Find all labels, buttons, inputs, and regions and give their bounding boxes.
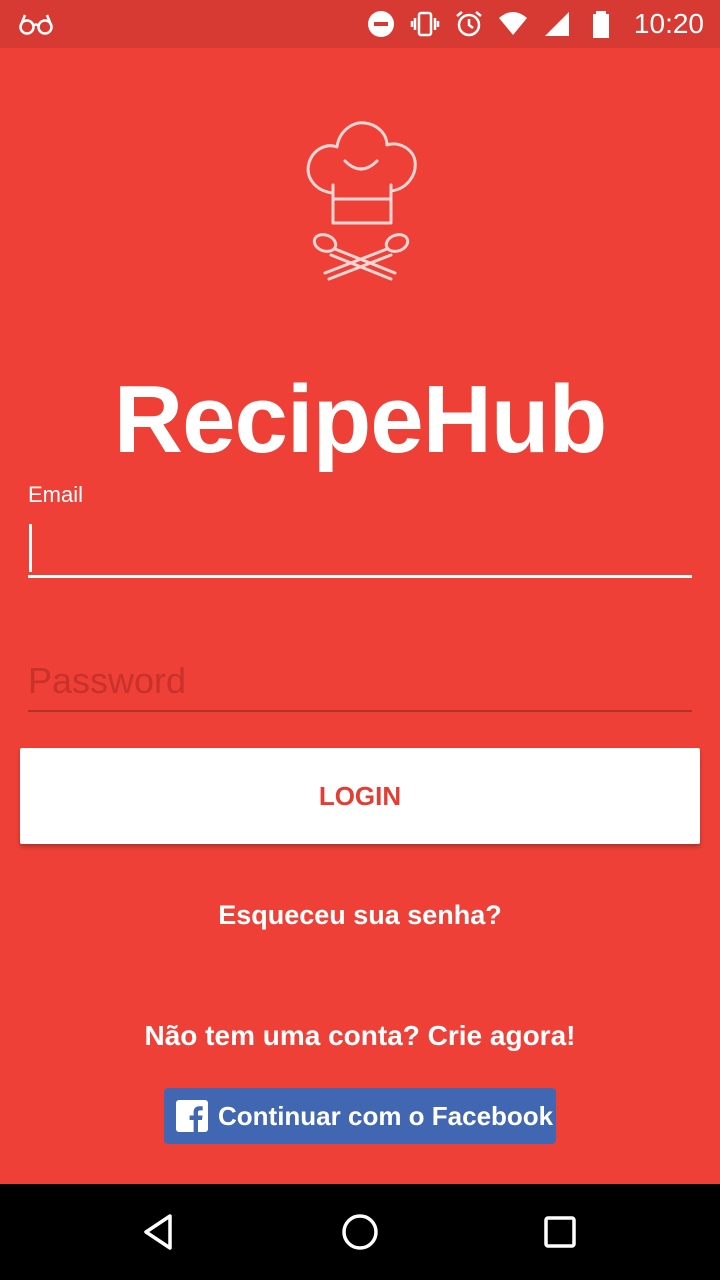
home-icon[interactable]	[336, 1208, 384, 1256]
app-title: RecipeHub	[113, 366, 607, 473]
vibrate-icon	[410, 11, 440, 37]
email-label: Email	[28, 482, 84, 507]
alarm-icon	[456, 11, 482, 37]
status-icons: 10:20	[366, 0, 704, 48]
signal-icon	[544, 12, 569, 36]
login-screen: 10:20 RecipeHub Email LOGIN Esqueceu sua…	[0, 0, 720, 1280]
facebook-login-label: Continuar com o Facebook	[218, 1100, 554, 1131]
password-field[interactable]	[28, 652, 692, 712]
login-button[interactable]: LOGIN	[20, 748, 700, 844]
chef-hat-spoons-icon	[306, 121, 417, 281]
text-cursor	[29, 524, 32, 572]
battery-icon	[592, 11, 609, 38]
facebook-icon	[176, 1100, 208, 1132]
status-bar: 10:20	[0, 0, 720, 48]
wifi-icon	[498, 12, 527, 35]
signup-link[interactable]: Não tem uma conta? Crie agora!	[0, 1020, 720, 1052]
recents-icon[interactable]	[536, 1208, 584, 1256]
back-icon[interactable]	[136, 1208, 184, 1256]
forgot-password-link[interactable]: Esqueceu sua senha?	[0, 900, 720, 931]
status-time: 10:20	[633, 8, 704, 39]
glasses-icon	[19, 14, 53, 35]
navigation-bar	[0, 1184, 720, 1280]
facebook-login-button[interactable]: Continuar com o Facebook	[164, 1088, 556, 1144]
do-not-disturb-icon	[367, 11, 394, 37]
email-field[interactable]	[28, 520, 692, 578]
